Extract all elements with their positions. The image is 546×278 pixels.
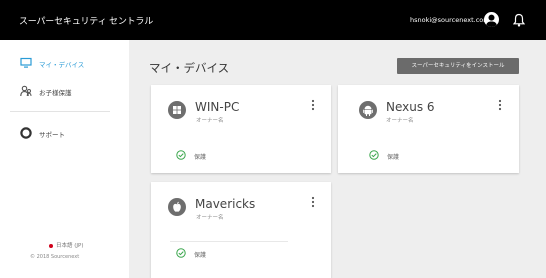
- language-selector[interactable]: 日本語 (JP): [49, 241, 83, 249]
- device-name: WIN-PC: [195, 100, 240, 114]
- page-title: マイ・デバイス: [149, 61, 230, 75]
- device-card-nexus-6[interactable]: Nexus 6 オーナー名 保護: [338, 85, 519, 173]
- child-icon: [20, 85, 32, 97]
- sidebar-divider: [10, 111, 110, 112]
- copyright: © 2018 Sourcenext: [30, 254, 80, 260]
- device-name: Nexus 6: [386, 100, 435, 114]
- main-content: マイ・デバイス スーパーセキュリティをインストール WIN-PC オーナー名 保…: [129, 40, 546, 278]
- device-os-badge: [168, 198, 186, 216]
- check-circle-icon: [176, 150, 186, 160]
- device-status: 保護: [194, 252, 207, 259]
- monitor-icon: [20, 57, 32, 68]
- device-owner: オーナー名: [196, 215, 224, 221]
- device-owner: オーナー名: [196, 118, 224, 124]
- sidebar-item-my-devices[interactable]: マイ・デバイス: [0, 54, 129, 74]
- windows-icon: [173, 106, 181, 114]
- apple-icon: [173, 201, 181, 212]
- avatar[interactable]: [484, 12, 499, 27]
- device-name: Mavericks: [195, 197, 256, 211]
- sidebar-item-label: サポート: [39, 131, 65, 139]
- sidebar: マイ・デバイス お子様保護 サポート 日本語 (JP) © 2018 Sourc…: [0, 40, 129, 278]
- device-status: 保護: [194, 154, 207, 161]
- install-button[interactable]: スーパーセキュリティをインストール: [397, 58, 519, 74]
- android-icon: [363, 105, 373, 116]
- app-title: スーパーセキュリティ セントラル: [19, 17, 154, 27]
- sidebar-item-support[interactable]: サポート: [0, 124, 129, 144]
- flag-icon: [49, 243, 53, 248]
- device-card-win-pc[interactable]: WIN-PC オーナー名 保護: [151, 85, 331, 173]
- device-owner: オーナー名: [386, 118, 414, 124]
- user-email[interactable]: hsnoki@sourcenext.com: [410, 16, 490, 24]
- sidebar-item-label: お子様保護: [39, 89, 72, 97]
- bell-icon[interactable]: [513, 13, 525, 27]
- device-os-badge: [168, 101, 186, 119]
- top-bar: スーパーセキュリティ セントラル hsnoki@sourcenext.com: [0, 0, 546, 40]
- language-label: 日本語 (JP): [56, 243, 84, 249]
- more-options-icon[interactable]: [311, 196, 315, 208]
- support-icon: [20, 127, 32, 139]
- device-os-badge: [359, 101, 377, 119]
- card-divider: [170, 241, 288, 242]
- check-circle-icon: [176, 248, 186, 258]
- sidebar-item-label: マイ・デバイス: [39, 61, 85, 69]
- device-status: 保護: [387, 154, 400, 161]
- check-circle-icon: [369, 150, 379, 160]
- sidebar-item-parental[interactable]: お子様保護: [0, 82, 129, 102]
- user-icon: [486, 14, 497, 27]
- more-options-icon[interactable]: [498, 99, 502, 111]
- more-options-icon[interactable]: [311, 99, 315, 111]
- device-card-mavericks[interactable]: Mavericks オーナー名 保護: [151, 182, 331, 278]
